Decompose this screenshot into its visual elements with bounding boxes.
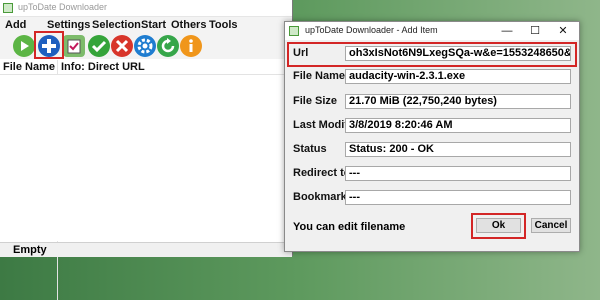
redirect-to-label: Redirect to <box>293 167 351 179</box>
status-bar: Empty <box>0 242 292 257</box>
bookmark-field[interactable]: --- <box>345 190 571 205</box>
main-title-bar: upToDate Downloader <box>0 0 292 17</box>
dialog-title-bar: upToDate Downloader - Add Item — ☐ ✕ <box>285 22 579 40</box>
status-label: Status <box>293 143 327 155</box>
ok-button[interactable]: Ok <box>476 218 521 233</box>
menu-others[interactable]: Others <box>171 19 206 31</box>
add-button-highlight <box>34 31 64 59</box>
menu-selection[interactable]: Selection <box>92 19 141 31</box>
url-label: Url <box>293 47 309 59</box>
url-field[interactable]: oh3xIsNot6N9LxegSQa-w&e=1553248650&fn=au… <box>345 46 571 61</box>
info-icon[interactable] <box>180 35 202 57</box>
menu-start[interactable]: Start <box>141 19 166 31</box>
menu-tools[interactable]: Tools <box>209 19 238 31</box>
bookmark-label: Bookmark <box>293 191 347 203</box>
file-size-field[interactable]: 21.70 MiB (22,750,240 bytes) <box>345 94 571 109</box>
file-size-label: File Size <box>293 95 338 107</box>
edit-filename-hint: You can edit filename <box>293 221 406 233</box>
close-button[interactable]: ✕ <box>549 22 577 40</box>
play-icon[interactable] <box>13 35 35 57</box>
refresh-icon[interactable] <box>157 35 179 57</box>
list-header: File Name Info: Direct URL <box>0 60 292 300</box>
add-item-dialog: upToDate Downloader - Add Item — ☐ ✕ Url… <box>284 21 580 252</box>
file-name-field[interactable]: audacity-win-2.3.1.exe <box>345 69 571 84</box>
column-direct-url[interactable]: Info: Direct URL <box>61 61 145 73</box>
status-text: Empty <box>13 244 47 256</box>
main-window-title: upToDate Downloader <box>18 2 108 12</box>
last-modified-field[interactable]: 3/8/2019 8:20:46 AM <box>345 118 571 133</box>
menu-add[interactable]: Add <box>5 19 26 31</box>
redirect-to-field[interactable]: --- <box>345 166 571 181</box>
column-file-name[interactable]: File Name <box>3 61 55 73</box>
minimize-button[interactable]: — <box>493 22 521 40</box>
app-icon <box>3 3 13 13</box>
menu-settings[interactable]: Settings <box>47 19 90 31</box>
dialog-title: upToDate Downloader - Add Item <box>305 25 438 35</box>
cancel-button[interactable]: Cancel <box>531 218 571 233</box>
gear-icon[interactable] <box>134 35 156 57</box>
checklist-icon[interactable] <box>63 35 85 57</box>
download-list[interactable] <box>0 75 292 241</box>
status-field[interactable]: Status: 200 - OK <box>345 142 571 157</box>
app-icon <box>289 26 299 36</box>
maximize-button[interactable]: ☐ <box>521 22 549 40</box>
close-icon[interactable] <box>111 35 133 57</box>
file-name-label: File Name <box>293 70 345 82</box>
main-window: upToDate Downloader Add Settings Selecti… <box>0 0 293 300</box>
check-icon[interactable] <box>88 35 110 57</box>
